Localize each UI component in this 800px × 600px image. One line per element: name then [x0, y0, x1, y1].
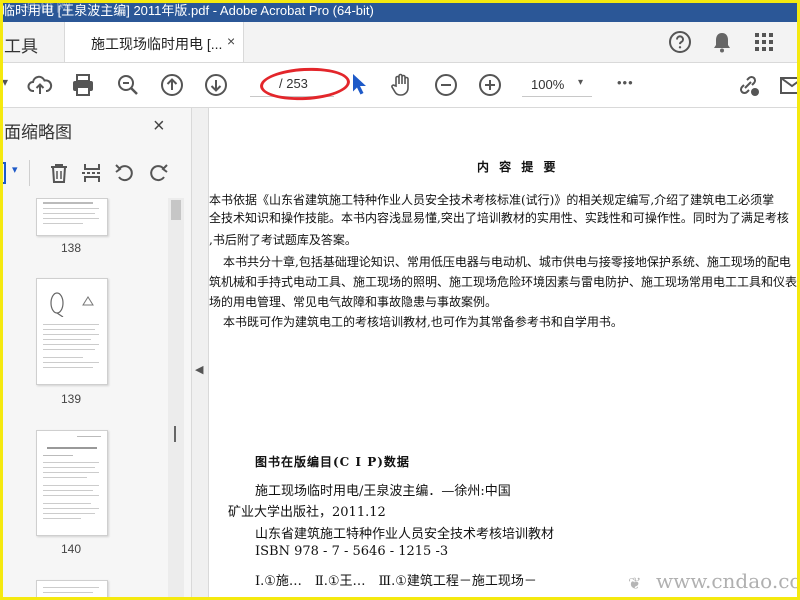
panel-title: 面缩略图 [4, 123, 72, 142]
zoom-level-select[interactable]: 100% ▾ [522, 76, 592, 97]
page-thumbnail-140[interactable] [36, 430, 108, 536]
main-toolbar: ▾ / 253 100% ▾ ••• [0, 63, 800, 108]
thumbnail-scrollbar[interactable] [168, 198, 184, 600]
site-watermark: www.cndao.com [656, 569, 800, 593]
pdf-page: 内 容 提 要 本书依据《山东省建筑施工特种作业人员安全技术考核标准(试行)》的… [209, 108, 800, 600]
notification-bell-icon[interactable] [710, 30, 734, 54]
tab-document[interactable]: 施工现场临时用电 [... × [64, 22, 244, 62]
tab-bar: 工具 施工现场临时用电 [... × [0, 22, 800, 63]
close-panel-icon[interactable]: × [153, 115, 165, 138]
summary-line: 本书既可作为建筑电工的考核培训教材,也可作为其常备参考书和自学用书。 [223, 315, 623, 329]
toolbar-overflow-left-icon[interactable]: ▾ [2, 75, 8, 89]
panel-resize-handle[interactable] [174, 426, 176, 442]
watermark-leaf-icon: ❦ [628, 576, 642, 593]
print-icon[interactable] [70, 72, 96, 98]
chevron-down-icon: ▾ [578, 77, 584, 88]
zoom-level-value: 100% [531, 77, 565, 92]
summary-line: ,书后附了考试题库及答案。 [209, 233, 357, 247]
summary-line: 本书依据《山东省建筑施工特种作业人员安全技术考核标准(试行)》的相关规定编写,介… [209, 193, 775, 207]
options-chevron-icon[interactable]: ▾ [12, 163, 18, 176]
select-cursor-icon[interactable] [346, 71, 372, 97]
search-icon[interactable] [115, 72, 141, 98]
share-link-icon[interactable] [735, 72, 761, 98]
summary-line: 筑机械和手持式电动工具、施工现场的照明、施工现场危险环境因素与雷电防护、施工现场… [209, 275, 798, 289]
previous-page-icon[interactable] [159, 72, 185, 98]
window-title-bar: 临时用电 [王泉波主编] 2011年版.pdf - Adobe Acrobat … [0, 0, 800, 22]
page-label-140: 140 [60, 542, 82, 556]
summary-line: 全技术知识和操作技能。本书内容浅显易懂,突出了培训教材的实用性、实践性和可操作性… [209, 211, 789, 225]
hand-tool-icon[interactable] [389, 72, 415, 98]
cloud-upload-icon[interactable] [27, 72, 53, 98]
title-watermark: 道桥网 [22, 0, 74, 15]
page-thumbnails-panel: 面缩略图 × ▾ 138 139 140 [0, 108, 192, 600]
summary-line: 场的用电管理、常见电气故障和事故隐患与事故案例。 [209, 295, 498, 309]
delete-page-icon[interactable] [47, 161, 71, 185]
thumbnail-illustration [50, 292, 94, 317]
cip-line: ISBN 978 - 7 - 5646 - 1215 -3 [255, 544, 449, 559]
panel-splitter[interactable]: ◀ [192, 108, 209, 600]
zoom-out-icon[interactable] [433, 72, 459, 98]
apps-grid-icon[interactable] [752, 30, 776, 54]
zoom-in-icon[interactable] [477, 72, 503, 98]
cip-line: 施工现场临时用电/王泉波主编．—徐州:中国 [255, 484, 511, 499]
thumbnail-list: 138 139 140 [0, 198, 168, 600]
email-icon[interactable] [779, 72, 800, 98]
thumbnail-toolbar: ▾ [0, 154, 191, 192]
page-label-139: 139 [60, 392, 82, 406]
summary-title: 内 容 提 要 [477, 160, 559, 174]
rotate-left-icon[interactable] [113, 161, 137, 185]
next-page-icon[interactable] [203, 72, 229, 98]
page-thumbnail-139[interactable] [36, 278, 108, 385]
toolbar-divider [29, 160, 30, 186]
page-thumbnail-141[interactable] [36, 580, 108, 600]
cip-line: 山东省建筑施工特种作业人员安全技术考核培训教材 [255, 527, 555, 542]
help-icon[interactable] [668, 30, 692, 54]
rotate-right-icon[interactable] [146, 161, 170, 185]
extract-pages-icon[interactable] [80, 161, 104, 185]
more-tools-icon[interactable]: ••• [617, 75, 634, 90]
tab-document-label: 施工现场临时用电 [... [91, 36, 223, 52]
summary-line: 本书共分十章,包括基础理论知识、常用低压电器与电动机、城市供电与接零接地保护系统… [223, 255, 791, 269]
cip-heading: 图书在版编目(C I P)数据 [255, 455, 410, 469]
close-tab-icon[interactable]: × [227, 33, 235, 49]
scrollbar-thumb[interactable] [171, 200, 181, 220]
thumbnail-options-icon[interactable] [0, 162, 6, 184]
document-view[interactable]: 内 容 提 要 本书依据《山东省建筑施工特种作业人员安全技术考核标准(试行)》的… [209, 108, 800, 600]
cip-line: 矿业大学出版社，2011.12 [228, 505, 386, 520]
collapse-panel-arrow-icon[interactable]: ◀ [195, 363, 203, 376]
cip-line: Ⅰ.①施… Ⅱ.①王… Ⅲ.①建筑工程－施工现场－ [255, 574, 537, 589]
tab-tools[interactable]: 工具 [4, 32, 38, 57]
page-thumbnail-138[interactable] [36, 198, 108, 236]
page-label-138: 138 [60, 241, 82, 255]
